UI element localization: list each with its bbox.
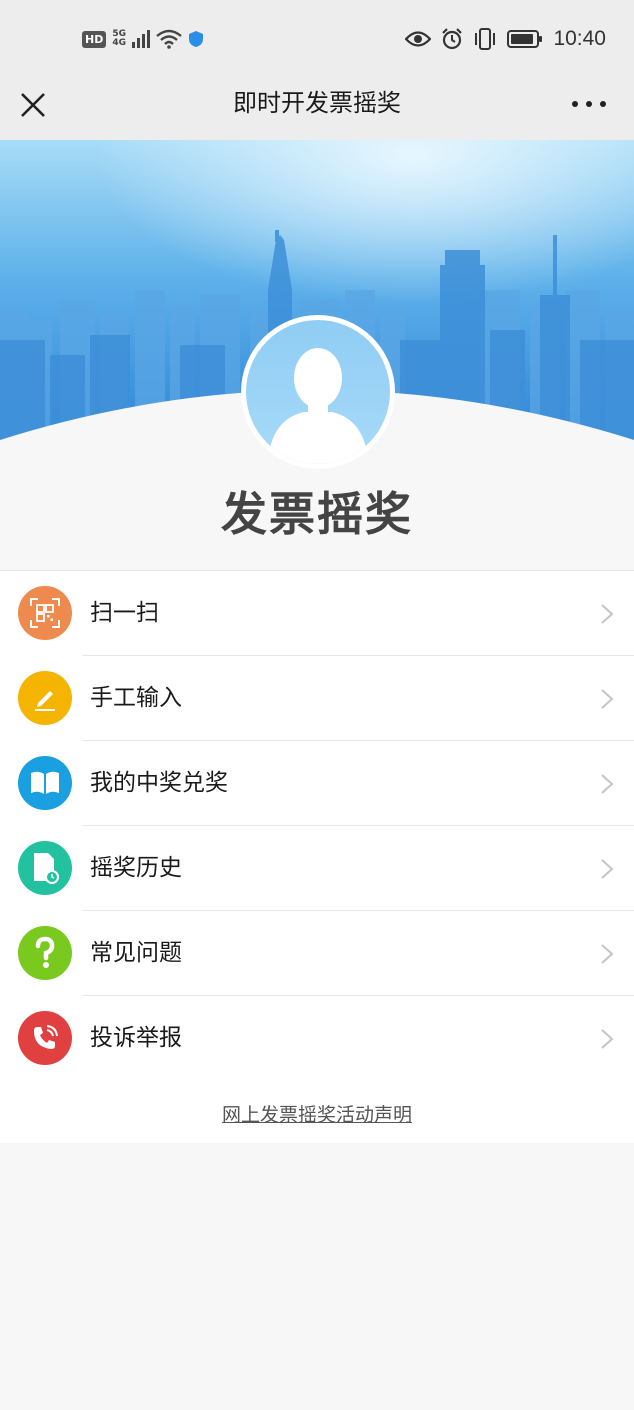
menu-item-label: 摇奖历史 [90, 855, 182, 881]
network-type-label: 5G 4G [112, 30, 126, 48]
avatar[interactable] [241, 315, 395, 469]
menu-item-faq[interactable]: 常见问题 [0, 911, 634, 996]
chevron-right-icon [601, 774, 614, 794]
menu-list: 扫一扫 手工输入 我的中奖兑奖 摇奖历史 常见问题 投诉举报 [0, 570, 634, 1082]
menu-item-label: 投诉举报 [90, 1025, 182, 1051]
brand-title: 发票摇奖 [221, 487, 413, 541]
menu-item-label: 扫一扫 [90, 600, 159, 626]
menu-item-label: 常见问题 [90, 940, 182, 966]
wifi-icon [156, 29, 182, 49]
shield-icon [189, 31, 203, 47]
more-dot [600, 101, 606, 107]
more-dot [586, 101, 592, 107]
status-bar: HD 5G 4G 10:40 [0, 0, 634, 78]
chevron-right-icon [601, 859, 614, 879]
alarm-icon [442, 28, 463, 50]
book-icon [18, 756, 72, 810]
user-silhouette-icon [268, 348, 368, 464]
menu-item-label: 手工输入 [90, 685, 182, 711]
battery-icon [507, 30, 543, 48]
menu-item-manual-input[interactable]: 手工输入 [0, 656, 634, 741]
nav-bar: 即时开发票摇奖 [0, 78, 634, 140]
chevron-right-icon [601, 689, 614, 709]
qr-scan-icon [18, 586, 72, 640]
menu-item-my-prizes[interactable]: 我的中奖兑奖 [0, 741, 634, 826]
page-title: 即时开发票摇奖 [233, 89, 401, 117]
more-dot [572, 101, 578, 107]
eye-icon [405, 31, 432, 47]
hero-banner: 发票摇奖 [0, 140, 634, 570]
phone-icon [18, 1011, 72, 1065]
more-icon[interactable] [572, 90, 606, 118]
vibrate-icon [475, 28, 496, 50]
document-clock-icon [18, 841, 72, 895]
chevron-right-icon [601, 1029, 614, 1049]
clock-time: 10:40 [553, 27, 606, 50]
menu-item-history[interactable]: 摇奖历史 [0, 826, 634, 911]
avatar-image [246, 320, 390, 464]
signal-icon [132, 30, 150, 48]
status-left: HD 5G 4G [82, 26, 204, 52]
hd-icon: HD [82, 30, 107, 48]
menu-item-complaint[interactable]: 投诉举报 [0, 996, 634, 1081]
menu-item-label: 我的中奖兑奖 [90, 770, 228, 796]
chevron-right-icon [601, 944, 614, 964]
pencil-icon [18, 671, 72, 725]
network-bottom-label: 4G [112, 38, 126, 48]
footer: 网上发票摇奖活动声明 [0, 1081, 634, 1143]
chevron-right-icon [601, 604, 614, 624]
menu-item-scan[interactable]: 扫一扫 [0, 571, 634, 656]
declaration-link[interactable]: 网上发票摇奖活动声明 [222, 1100, 412, 1127]
question-icon [18, 926, 72, 980]
status-right: 10:40 [405, 24, 606, 54]
